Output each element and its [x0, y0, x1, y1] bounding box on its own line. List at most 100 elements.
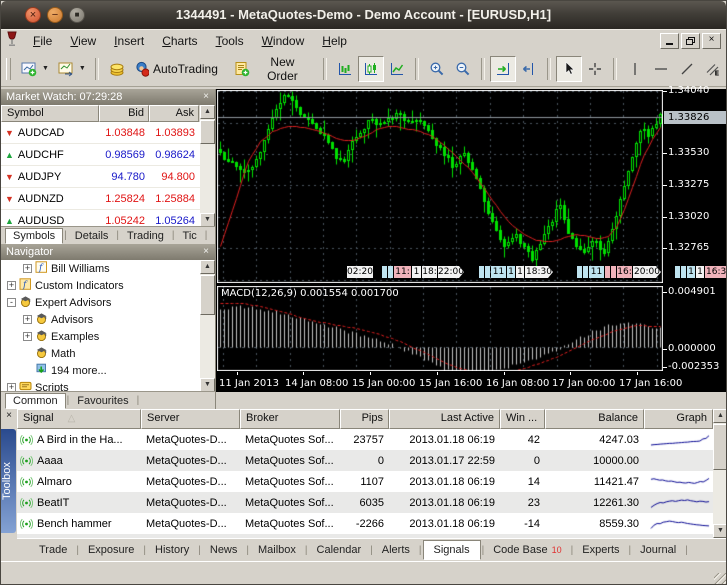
- zoom-out-button[interactable]: [450, 56, 476, 82]
- trade-marker[interactable]: 20:00: [633, 266, 661, 278]
- trade-marker[interactable]: 1: [507, 266, 515, 278]
- trade-marker[interactable]: 18:30: [525, 266, 553, 278]
- toolbox-tab-exposure[interactable]: Exposure: [80, 541, 142, 559]
- signals-column-server[interactable]: Server: [141, 409, 240, 429]
- market-watch-row-audcad[interactable]: ▼ AUDCAD 1.03848 1.03893: [1, 122, 215, 144]
- market-watch-scrollbar[interactable]: ▲ ▼: [200, 105, 215, 227]
- toolbox-close-icon[interactable]: ×: [3, 410, 15, 422]
- market-watch-tab-trading[interactable]: Trading: [120, 229, 171, 243]
- signals-column-win[interactable]: Win ...: [500, 409, 545, 429]
- trade-marker[interactable]: [611, 266, 616, 278]
- signals-column-balance[interactable]: Balance: [545, 409, 644, 429]
- toolbox-tab-signals[interactable]: Signals: [422, 540, 481, 560]
- signals-column-broker[interactable]: Broker: [240, 409, 340, 429]
- trade-marker[interactable]: [577, 266, 582, 278]
- signals-scrollbar[interactable]: ▲ ▼: [713, 409, 726, 538]
- horizontal-line-button[interactable]: [648, 56, 674, 82]
- market-watch-row-audnzd[interactable]: ▼ AUDNZD 1.25824 1.25884: [1, 188, 215, 210]
- column-ask[interactable]: Ask: [149, 105, 199, 122]
- trendline-button[interactable]: [674, 56, 700, 82]
- collapse-icon[interactable]: -: [7, 298, 16, 307]
- toolbox-tab-experts[interactable]: Experts: [574, 541, 627, 559]
- chart-shift-button[interactable]: [516, 56, 542, 82]
- menu-view[interactable]: View: [61, 34, 105, 48]
- market-watch-row-audchf[interactable]: ▲ AUDCHF 0.98569 0.98624: [1, 144, 215, 166]
- signals-table-row[interactable]: A Bird in the Ha... MetaQuotes-D... MetaQu…: [17, 429, 713, 450]
- navigator-item-examples[interactable]: + Examples: [1, 328, 200, 345]
- expand-icon[interactable]: +: [7, 281, 16, 290]
- trade-marker[interactable]: 11:: [394, 266, 411, 278]
- market-watch-tab-tic[interactable]: Tic: [176, 229, 204, 243]
- navigator-item-expert-advisors[interactable]: - Expert Advisors: [1, 294, 200, 311]
- mdi-restore-button[interactable]: [681, 33, 700, 49]
- scroll-up-icon[interactable]: ▲: [200, 260, 215, 274]
- toolbox-tab-history[interactable]: History: [147, 541, 197, 559]
- signals-column-pips[interactable]: Pips: [340, 409, 389, 429]
- new-order-button[interactable]: New Order: [230, 55, 315, 83]
- signals-table-row[interactable]: Bench hammer MetaQuotes-D... MetaQuotes So…: [17, 513, 713, 534]
- new-chart-dropdown[interactable]: ▼: [42, 65, 49, 72]
- trade-marker[interactable]: 1: [696, 266, 704, 278]
- equidistant-channel-button[interactable]: E: [700, 56, 726, 82]
- toolbox-tab-mailbox[interactable]: Mailbox: [250, 541, 304, 559]
- trade-marker[interactable]: 16:30: [705, 266, 727, 278]
- toolbox-tab-news[interactable]: News: [202, 541, 246, 559]
- market-watch-row-audjpy[interactable]: ▼ AUDJPY 94.780 94.800: [1, 166, 215, 188]
- navigator-close-icon[interactable]: ×: [200, 246, 212, 258]
- expand-icon[interactable]: +: [23, 332, 32, 341]
- column-symbol[interactable]: Symbol: [1, 105, 99, 122]
- mdi-close-button[interactable]: ×: [702, 33, 721, 49]
- mdi-minimize-button[interactable]: [660, 33, 679, 49]
- trade-marker[interactable]: [382, 266, 387, 278]
- bar-chart-button[interactable]: [332, 56, 358, 82]
- signals-column-graph[interactable]: Graph: [644, 409, 713, 429]
- menu-tools[interactable]: Tools: [207, 34, 253, 48]
- scroll-thumb[interactable]: [200, 275, 215, 315]
- menu-file[interactable]: File: [24, 34, 61, 48]
- navigator-titlebar[interactable]: Navigator ×: [1, 244, 215, 260]
- menu-help[interactable]: Help: [313, 34, 356, 48]
- market-watch-tab-symbols[interactable]: Symbols: [5, 227, 64, 244]
- trade-marker[interactable]: 1: [412, 266, 421, 278]
- scroll-thumb[interactable]: [200, 120, 215, 144]
- toolbox-tab-trade[interactable]: Trade: [31, 541, 75, 559]
- navigator-item-math[interactable]: Math: [1, 345, 200, 362]
- vertical-line-button[interactable]: [622, 56, 648, 82]
- toolbox-tab-alerts[interactable]: Alerts: [374, 541, 418, 559]
- scroll-down-icon[interactable]: ▼: [200, 213, 215, 227]
- market-watch-tab-details[interactable]: Details: [68, 229, 116, 243]
- navigator-tab-common[interactable]: Common: [5, 392, 66, 409]
- expand-icon[interactable]: +: [23, 264, 32, 273]
- trade-marker[interactable]: [485, 266, 490, 278]
- scroll-thumb[interactable]: [713, 424, 726, 470]
- navigator-tab-favourites[interactable]: Favourites: [70, 394, 135, 408]
- new-chart-button[interactable]: [16, 56, 42, 82]
- scroll-down-icon[interactable]: ▼: [200, 378, 215, 392]
- toolbox-tab-journal[interactable]: Journal: [632, 541, 684, 559]
- trade-marker[interactable]: 16:: [617, 266, 632, 278]
- trade-marker[interactable]: 11: [491, 266, 506, 278]
- market-watch-titlebar[interactable]: Market Watch: 07:29:28 ×: [1, 89, 215, 105]
- trade-marker[interactable]: [681, 266, 686, 278]
- titlebar[interactable]: × − ■ 1344491 - MetaQuotes-Demo - Demo A…: [1, 1, 726, 29]
- signals-table-row[interactable]: BeatIT MetaQuotes-D... MetaQuotes Sof... 60…: [17, 492, 713, 513]
- trade-marker[interactable]: 22:00: [438, 266, 464, 278]
- navigator-scrollbar[interactable]: ▲ ▼: [200, 260, 215, 392]
- zoom-in-button[interactable]: [424, 56, 450, 82]
- window-maximize-button[interactable]: ■: [69, 7, 85, 23]
- window-minimize-button[interactable]: −: [47, 7, 63, 23]
- toolbar-grip[interactable]: [6, 57, 11, 80]
- trade-marker[interactable]: [388, 266, 393, 278]
- coins-button[interactable]: [104, 56, 130, 82]
- auto-scroll-button[interactable]: [490, 55, 517, 82]
- expand-icon[interactable]: +: [23, 315, 32, 324]
- trade-marker[interactable]: [479, 266, 484, 278]
- signals-column-signal[interactable]: Signal △: [17, 409, 141, 429]
- column-bid[interactable]: Bid: [99, 105, 149, 122]
- cursor-button[interactable]: [556, 55, 583, 82]
- scroll-up-icon[interactable]: ▲: [200, 105, 215, 119]
- navigator-item-custom-indicators[interactable]: + f Custom Indicators: [1, 277, 200, 294]
- trade-marker[interactable]: [675, 266, 680, 278]
- profiles-button[interactable]: [53, 56, 79, 82]
- autotrading-button[interactable]: AutoTrading: [130, 56, 222, 82]
